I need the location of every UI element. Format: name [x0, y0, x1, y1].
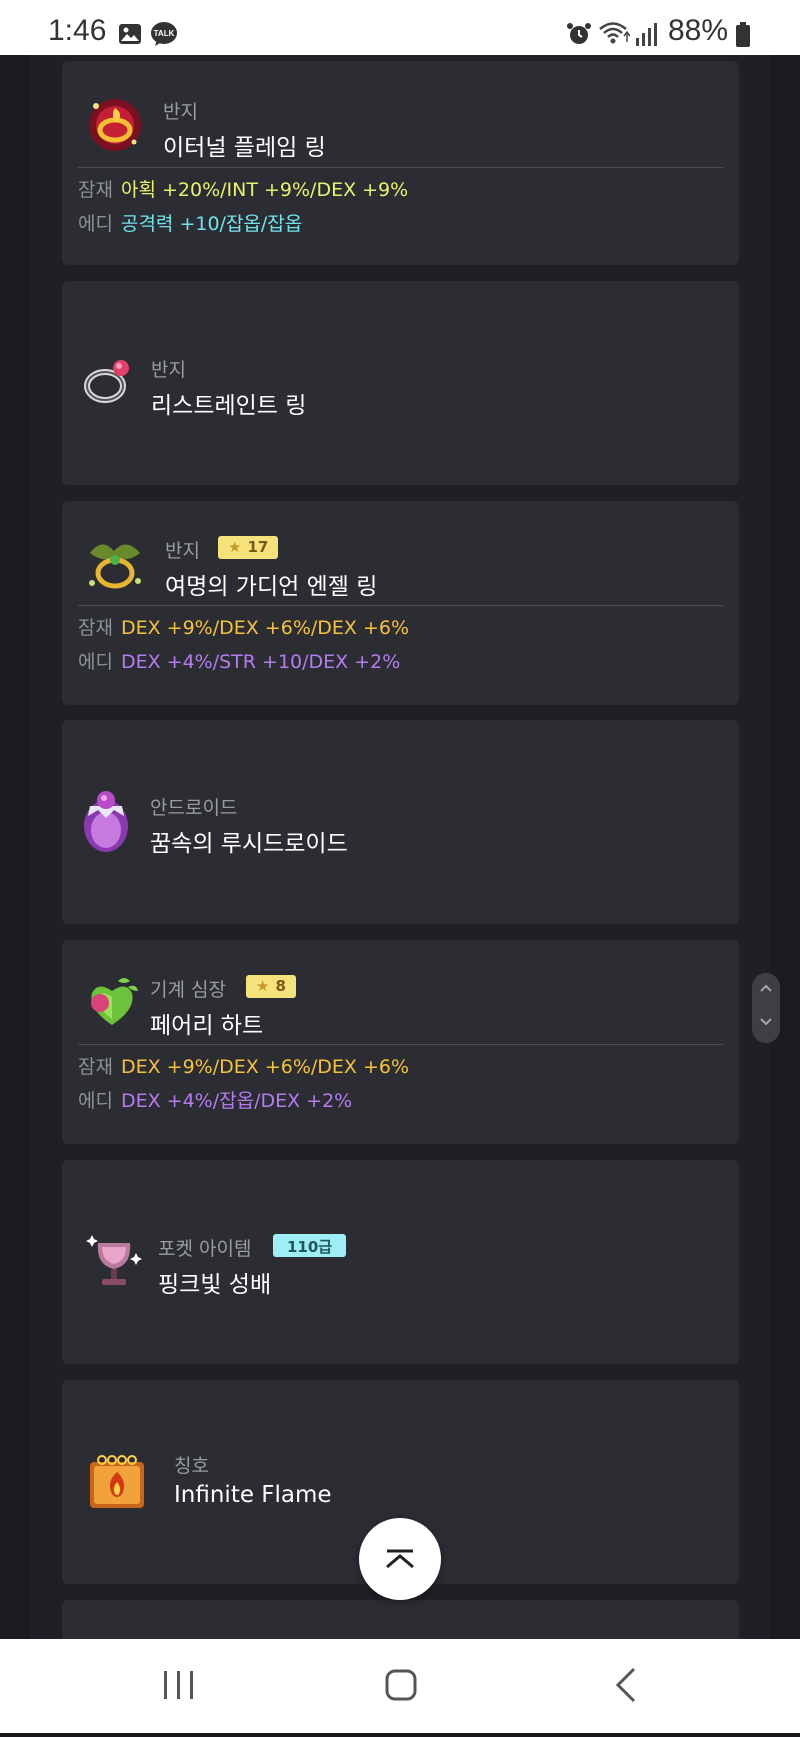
guardian-angel-ring-icon: [82, 533, 144, 595]
potential-row: 잠재 아획 +20%/INT +9%/DEX +9%: [78, 175, 408, 202]
flame-ring-icon: [84, 94, 146, 156]
item-card-guardian-angel-ring[interactable]: 반지 ★ 17 여명의 가디언 엔젤 링 잠재 DEX +9%/DEX +6%/DE…: [62, 501, 739, 705]
kakaotalk-label: TALK: [154, 29, 175, 38]
potential-value: 아획 +20%/INT +9%/DEX +9%: [120, 179, 409, 201]
pink-chalice-icon: [84, 1231, 146, 1293]
title-book-icon: [84, 1448, 146, 1510]
chevron-down-icon: [752, 1015, 780, 1031]
starforce-value: 17: [247, 538, 269, 556]
item-name: 이터널 플레임 링: [163, 135, 326, 161]
item-card-fairy-heart[interactable]: 기계 심장 ★ 8 페어리 하트 잠재 DEX +9%/DEX +6%/DEX +6…: [62, 940, 739, 1144]
potential-value: DEX +9%/DEX +6%/DEX +6%: [120, 617, 410, 639]
grade-badge: 110급: [273, 1234, 347, 1257]
item-category: 반지: [165, 540, 200, 562]
recent-apps-button[interactable]: [118, 1639, 238, 1733]
additional-value: DEX +4%/STR +10/DEX +2%: [120, 651, 401, 673]
potential-label: 잠재: [78, 179, 113, 201]
starforce-value: 8: [275, 977, 286, 995]
potential-value: DEX +9%/DEX +6%/DEX +6%: [120, 1056, 410, 1078]
potential-label: 잠재: [78, 617, 113, 639]
item-card-pink-chalice[interactable]: 포켓 아이템 110급 핑크빛 성배: [62, 1160, 739, 1364]
item-name: 핑크빛 성배: [158, 1272, 272, 1298]
fast-scroll-handle[interactable]: [752, 973, 780, 1043]
home-button[interactable]: [341, 1639, 461, 1733]
scroll-to-top-button[interactable]: [359, 1518, 441, 1600]
star-icon: ★: [228, 538, 242, 556]
back-icon: [615, 1667, 636, 1703]
additional-value: DEX +4%/잡옵/DEX +2%: [120, 1090, 353, 1112]
chevron-up-icon: [386, 1549, 414, 1569]
item-category: 안드로이드: [150, 797, 238, 819]
wifi-icon: [598, 20, 631, 50]
gallery-icon: [118, 22, 142, 50]
chevron-up-icon: [752, 981, 780, 997]
battery-icon: [735, 22, 751, 52]
item-category: 칭호: [174, 1455, 209, 1477]
starforce-badge: ★ 17: [218, 536, 279, 559]
additional-label: 에디: [78, 1090, 113, 1112]
additional-label: 에디: [78, 651, 113, 673]
fairy-heart-icon: [84, 975, 146, 1037]
additional-row: 에디 DEX +4%/잡옵/DEX +2%: [78, 1086, 352, 1113]
back-button[interactable]: [566, 1639, 686, 1733]
status-bar: 1:46 TALK 88%: [0, 0, 800, 55]
item-name: 꿈속의 루시드로이드: [150, 831, 348, 857]
item-name: 리스트레인트 링: [151, 393, 307, 419]
battery-percent: 88%: [668, 14, 729, 47]
item-name: Infinite Flame: [174, 1482, 332, 1508]
additional-row: 에디 DEX +4%/STR +10/DEX +2%: [78, 647, 400, 674]
item-card-restraint-ring[interactable]: 반지 리스트레인트 링: [62, 281, 739, 485]
potential-label: 잠재: [78, 1056, 113, 1078]
recent-apps-icon: [164, 1671, 193, 1699]
system-navigation-bar: [0, 1639, 800, 1733]
item-card-lucidroid[interactable]: 안드로이드 꿈속의 루시드로이드: [62, 720, 739, 924]
item-category: 반지: [163, 101, 198, 123]
divider: [78, 605, 723, 606]
starforce-badge: ★ 8: [246, 975, 296, 998]
additional-row: 에디 공격력 +10/잡옵/잡옵: [78, 209, 302, 236]
item-category: 반지: [151, 359, 186, 381]
signal-icon: [634, 22, 660, 50]
kakaotalk-icon: TALK: [150, 21, 178, 51]
item-name: 페어리 하트: [150, 1013, 264, 1039]
divider: [78, 1044, 723, 1045]
item-category: 기계 심장: [150, 979, 226, 1001]
lucidroid-icon: [80, 788, 142, 852]
divider: [78, 167, 723, 168]
star-icon: ★: [256, 977, 270, 995]
item-category: 포켓 아이템: [158, 1238, 252, 1260]
item-card-eternal-flame-ring[interactable]: 반지 이터널 플레임 링 잠재 아획 +20%/INT +9%/DEX +9% 에…: [62, 61, 739, 265]
potential-row: 잠재 DEX +9%/DEX +6%/DEX +6%: [78, 1052, 409, 1079]
additional-value: 공격력 +10/잡옵/잡옵: [120, 213, 303, 235]
item-name: 여명의 가디언 엔젤 링: [165, 574, 378, 600]
alarm-icon: [566, 21, 592, 51]
additional-label: 에디: [78, 213, 113, 235]
potential-row: 잠재 DEX +9%/DEX +6%/DEX +6%: [78, 613, 409, 640]
item-card-next[interactable]: [62, 1600, 739, 1639]
restraint-ring-icon: [81, 352, 143, 414]
home-icon: [385, 1669, 417, 1701]
clock: 1:46: [48, 14, 107, 47]
